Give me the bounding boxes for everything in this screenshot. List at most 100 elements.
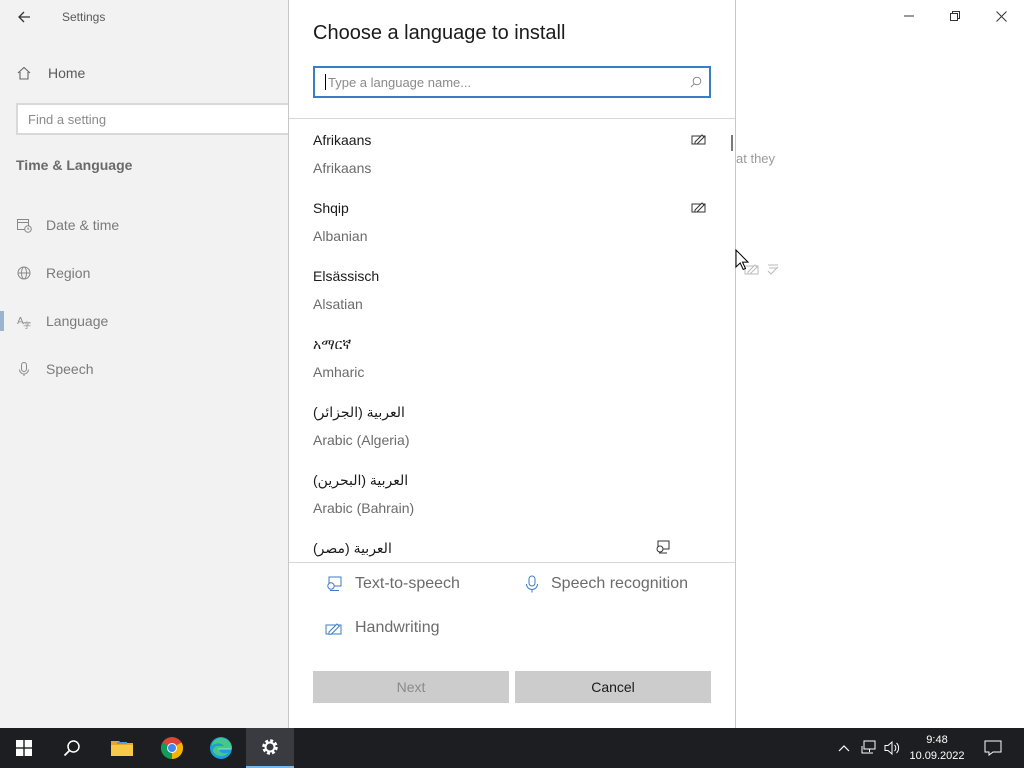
settings-icon <box>262 739 278 755</box>
handwriting-icon <box>691 202 706 213</box>
taskbar-clock[interactable]: 9:48 10.09.2022 <box>904 732 970 764</box>
start-icon <box>16 740 32 756</box>
language-native-name: አማርኛ <box>313 336 352 352</box>
language-native-name: Afrikaans <box>313 132 372 148</box>
mouse-cursor-icon <box>735 249 749 271</box>
app-title: Settings <box>62 10 106 24</box>
language-native-name: العربية (الجزائر) <box>313 404 405 420</box>
sidebar-item-label: Date & time <box>46 217 120 233</box>
volume-icon <box>884 740 900 756</box>
language-native-name: Elsässisch <box>313 268 380 284</box>
window-controls <box>886 0 1024 32</box>
background-feature-icons <box>744 262 780 276</box>
network-icon <box>861 740 876 754</box>
divider <box>289 118 735 119</box>
background-partial-text: at they <box>736 151 776 166</box>
home-label: Home <box>48 65 86 81</box>
language-english-name: Arabic (Algeria) <box>313 432 410 448</box>
list-item[interactable]: አማርኛ Amharic <box>313 324 713 392</box>
home-nav-item[interactable]: Home <box>16 62 85 84</box>
show-hidden-icons-button[interactable] <box>836 728 852 768</box>
text-to-speech-icon <box>327 576 342 591</box>
list-item[interactable]: العربية (الجزائر) Arabic (Algeria) <box>313 392 713 460</box>
dialog-title: Choose a language to install <box>313 22 566 44</box>
list-item[interactable]: العربية (مصر) <box>313 528 713 562</box>
language-list[interactable]: Afrikaans Afrikaans Shqip Albanian Elsäs… <box>289 120 735 562</box>
taskbar-edge[interactable] <box>197 728 245 768</box>
chrome-icon <box>161 737 183 759</box>
taskbar-chrome[interactable] <box>148 728 196 768</box>
search-icon <box>683 76 709 88</box>
volume-tray-button[interactable] <box>882 728 902 768</box>
next-button[interactable]: Next <box>313 671 509 703</box>
feature-text-to-speech: Text-to-speech <box>325 575 460 593</box>
clock-time: 9:48 <box>926 734 948 746</box>
back-arrow-icon <box>18 11 30 23</box>
sidebar-item-label: Language <box>46 313 109 329</box>
start-button[interactable] <box>0 728 48 768</box>
restore-icon <box>950 11 960 21</box>
home-icon <box>17 66 31 80</box>
sidebar-item-speech[interactable]: Speech <box>16 358 93 380</box>
restore-button[interactable] <box>932 0 978 32</box>
language-native-name: العربية (مصر) <box>313 540 392 556</box>
list-item[interactable]: Afrikaans Afrikaans <box>313 120 713 188</box>
feature-icons <box>691 132 707 146</box>
handwriting-icon <box>325 623 342 635</box>
network-tray-button[interactable] <box>858 728 880 768</box>
minimize-button[interactable] <box>886 0 932 32</box>
svg-text:字: 字 <box>23 320 31 329</box>
language-icon: A字 <box>17 316 31 329</box>
language-english-name: Arabic (Bahrain) <box>313 500 415 516</box>
language-english-name: Amharic <box>313 364 365 380</box>
list-item[interactable]: Elsässisch Alsatian <box>313 256 713 324</box>
close-icon <box>995 10 1007 22</box>
taskbar: 9:48 10.09.2022 <box>0 728 1024 768</box>
taskbar-search-button[interactable] <box>48 728 96 768</box>
edge-icon <box>210 737 232 759</box>
language-search-input[interactable] <box>326 74 683 90</box>
clock-date: 10.09.2022 <box>909 750 965 762</box>
sidebar-item-label: Region <box>46 265 91 281</box>
feature-icons <box>691 200 707 214</box>
sidebar-item-label: Speech <box>46 361 94 377</box>
microphone-icon <box>19 362 29 376</box>
close-button[interactable] <box>978 0 1024 32</box>
spellcheck-icon <box>767 264 779 275</box>
action-center-button[interactable] <box>978 728 1008 768</box>
feature-legend: Text-to-speech Speech recognition Handwr… <box>289 563 735 663</box>
language-english-name: Albanian <box>313 228 368 244</box>
search-icon <box>63 740 80 757</box>
find-setting-input[interactable] <box>18 105 294 133</box>
cancel-button[interactable]: Cancel <box>515 671 711 703</box>
selected-indicator <box>0 311 4 331</box>
back-button[interactable] <box>14 7 34 27</box>
handwriting-icon <box>691 134 706 145</box>
language-native-name: Shqip <box>313 200 349 216</box>
list-scrollbar-thumb[interactable] <box>731 135 733 151</box>
choose-language-dialog: Choose a language to install Afrikaans A… <box>288 0 736 728</box>
notification-icon <box>984 740 1002 756</box>
list-item[interactable]: العربية (البحرين) Arabic (Bahrain) <box>313 460 713 528</box>
globe-icon <box>17 266 31 280</box>
feature-label: Handwriting <box>355 619 440 636</box>
find-setting-box[interactable] <box>16 103 296 135</box>
calendar-clock-icon <box>17 219 32 233</box>
minimize-icon <box>904 15 914 17</box>
taskbar-settings[interactable] <box>246 728 294 768</box>
section-title: Time & Language <box>16 157 133 173</box>
sidebar-item-language[interactable]: A字 Language <box>16 310 108 332</box>
language-native-name: العربية (البحرين) <box>313 472 409 488</box>
feature-label: Speech recognition <box>551 575 688 592</box>
taskbar-file-explorer[interactable] <box>98 728 146 768</box>
list-item[interactable]: Shqip Albanian <box>313 188 713 256</box>
feature-icons <box>655 540 671 554</box>
microphone-icon <box>526 575 538 593</box>
sidebar-item-region[interactable]: Region <box>16 262 90 284</box>
language-english-name: Alsatian <box>313 296 363 312</box>
sidebar-item-date-time[interactable]: Date & time <box>16 214 119 236</box>
feature-speech-recognition: Speech recognition <box>525 575 688 593</box>
feature-handwriting: Handwriting <box>325 619 439 637</box>
language-search-box[interactable] <box>313 66 711 98</box>
language-english-name: Afrikaans <box>313 160 372 176</box>
